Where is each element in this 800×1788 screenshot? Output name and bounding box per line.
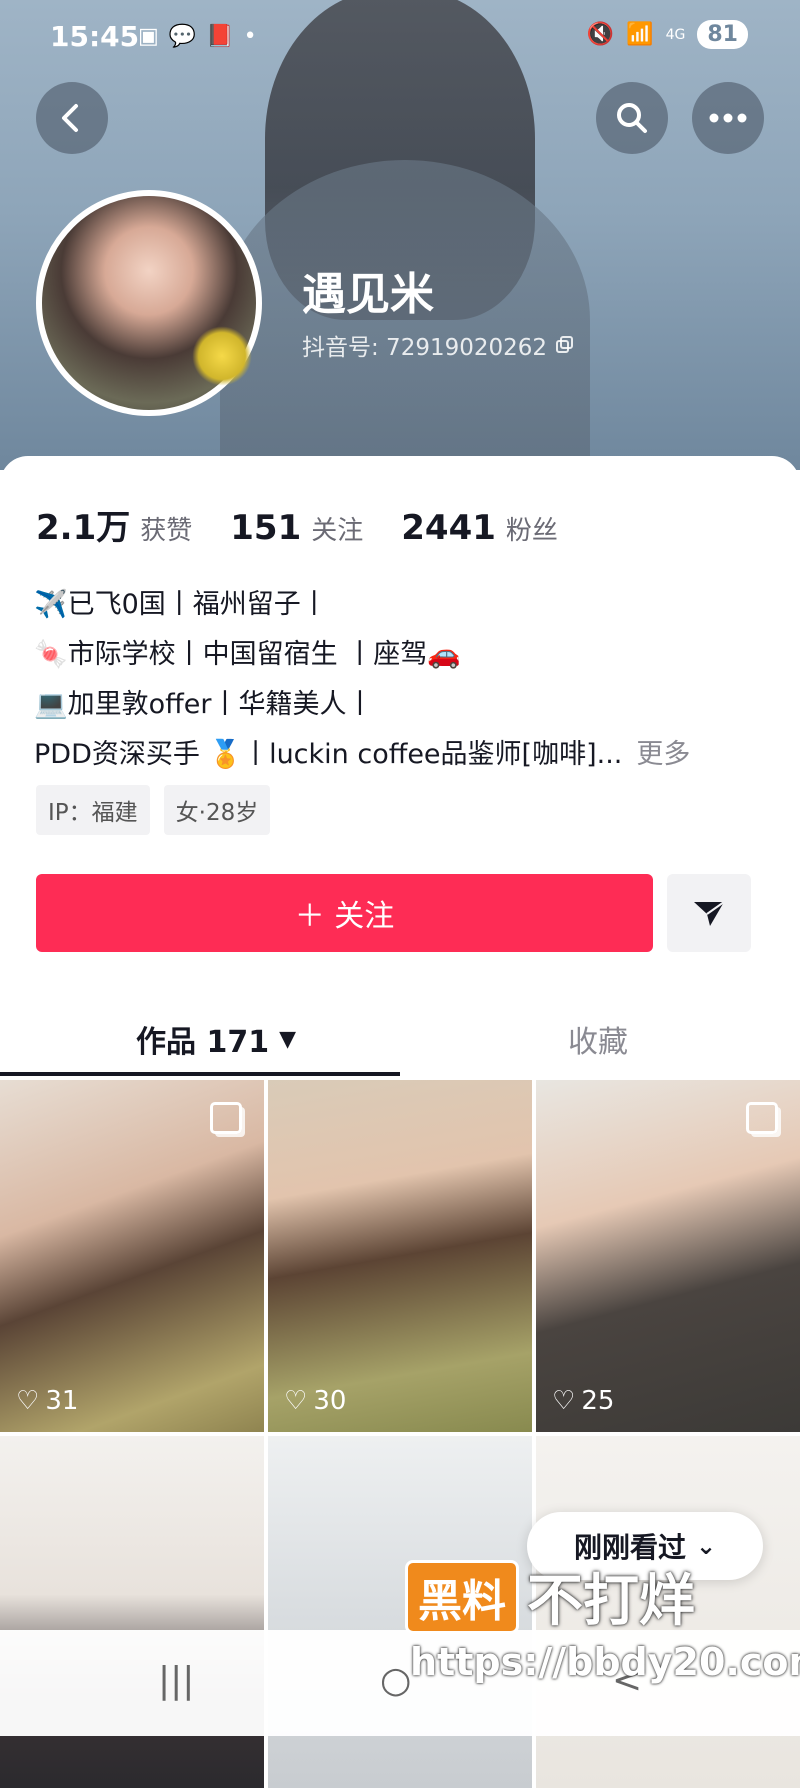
like-count: ♡ 31 — [16, 1386, 78, 1416]
watermark-url: https://bbdy20.com — [410, 1640, 800, 1684]
douyin-id[interactable]: 抖音号: 72919020262 — [302, 328, 575, 362]
stat-likes-label: 获赞 — [140, 516, 193, 546]
stat-following-label: 关注 — [311, 516, 364, 546]
mute-icon: 🔇 — [586, 22, 615, 47]
status-bar: 15:45 ▣ 💬 📕 • 🔇 📶 4G 81 — [0, 0, 800, 76]
notification-app-icon: 📕 — [206, 24, 234, 49]
tags-row: IP：福建 女·28岁 — [36, 785, 271, 835]
more-button[interactable] — [692, 82, 764, 154]
douyin-id-text: 抖音号: 72919020262 — [302, 335, 548, 361]
video-thumbnail[interactable]: ♡ 25 — [536, 1080, 800, 1432]
avatar[interactable] — [36, 190, 262, 416]
dot-icon: • — [243, 24, 257, 49]
like-count-value: 30 — [313, 1386, 347, 1416]
chevron-double-down-icon: ⌄ — [695, 1532, 717, 1560]
like-count-value: 25 — [581, 1386, 615, 1416]
stat-following-value: 151 — [230, 508, 302, 548]
multi-image-icon — [210, 1102, 242, 1134]
video-thumbnail[interactable]: ♡ 30 — [268, 1080, 532, 1432]
bio-line: 💻加里敦offer丨华籍美人丨 — [34, 689, 374, 720]
video-thumbnail[interactable]: ♡ 31 — [0, 1080, 264, 1432]
tab-favorites[interactable]: 收藏 — [568, 1000, 628, 1078]
bio-more-link[interactable]: 更多 — [636, 739, 690, 770]
bio: ✈️已飞0国丨福州留子丨 🍬市际学校丨中国留宿生 丨座驾🚗 💻加里敦offer丨… — [34, 580, 774, 780]
bio-line-last: PDD资深买手 🏅丨luckin coffee品鉴师[咖啡]... 更多 — [34, 730, 774, 780]
stat-followers-label: 粉丝 — [505, 516, 558, 546]
heart-icon: ♡ — [16, 1386, 40, 1416]
share-button[interactable] — [667, 874, 751, 952]
stat-following[interactable]: 151 关注 — [230, 508, 363, 548]
content-tabs: 作品 171 ▼ 收藏 — [0, 1000, 800, 1078]
bio-line: ✈️已飞0国丨福州留子丨 — [34, 589, 328, 620]
tab-works[interactable]: 作品 171 ▼ — [136, 1000, 296, 1078]
recent-apps-button[interactable]: ||| — [158, 1660, 194, 1701]
gender-age-tag: 女·28岁 — [163, 785, 271, 835]
thumbnail-image — [268, 1080, 532, 1432]
search-button[interactable] — [596, 82, 668, 154]
stat-likes[interactable]: 2.1万 获赞 — [36, 500, 192, 549]
watermark: 黑料 不打烊 — [405, 1556, 695, 1637]
more-horizontal-icon — [709, 113, 747, 123]
like-count: ♡ 25 — [552, 1386, 614, 1416]
copy-icon[interactable] — [555, 335, 575, 355]
heart-icon: ♡ — [552, 1386, 576, 1416]
follow-button[interactable]: ＋ 关注 — [36, 874, 653, 952]
status-icons-right: 🔇 📶 4G 81 — [587, 20, 748, 49]
profile-name: 遇见米 — [302, 269, 434, 320]
chevron-left-icon — [62, 104, 78, 132]
wechat-icon: 💬 — [168, 24, 197, 49]
tab-works-label: 作品 171 — [136, 1025, 270, 1060]
follow-button-label: ＋ 关注 — [294, 899, 395, 934]
ip-tag: IP：福建 — [36, 785, 150, 835]
bio-line: 🍬市际学校丨中国留宿生 丨座驾🚗 — [34, 639, 461, 670]
multi-image-icon — [746, 1102, 778, 1134]
home-button[interactable]: ○ — [380, 1660, 411, 1701]
wifi-icon: 📶 — [626, 22, 654, 47]
bio-line-text: PDD资深买手 🏅丨luckin coffee品鉴师[咖啡]... — [34, 739, 623, 770]
network-type: 4G — [665, 26, 686, 43]
battery-indicator: 81 — [697, 20, 748, 49]
watermark-box: 黑料 — [405, 1559, 519, 1634]
avatar-flowers — [192, 326, 252, 386]
screenshot-icon: ▣ — [138, 24, 159, 49]
watermark-text: 不打烊 — [527, 1569, 695, 1634]
caret-down-icon: ▼ — [279, 1026, 296, 1052]
status-time: 15:45 — [50, 20, 140, 53]
tab-favorites-label: 收藏 — [568, 1025, 628, 1060]
stat-likes-value: 2.1万 — [36, 508, 131, 548]
heart-icon: ♡ — [284, 1386, 308, 1416]
send-icon — [694, 901, 725, 926]
tab-indicator — [0, 1072, 400, 1076]
like-count-value: 31 — [45, 1386, 79, 1416]
stat-followers-value: 2441 — [401, 508, 496, 548]
stat-followers[interactable]: 2441 粉丝 — [401, 508, 558, 548]
search-icon — [617, 103, 647, 133]
status-icons-left: ▣ 💬 📕 • — [138, 24, 257, 49]
like-count: ♡ 30 — [284, 1386, 346, 1416]
stats-row: 2.1万 获赞 151 关注 2441 粉丝 — [36, 500, 558, 549]
back-button[interactable] — [36, 82, 108, 154]
